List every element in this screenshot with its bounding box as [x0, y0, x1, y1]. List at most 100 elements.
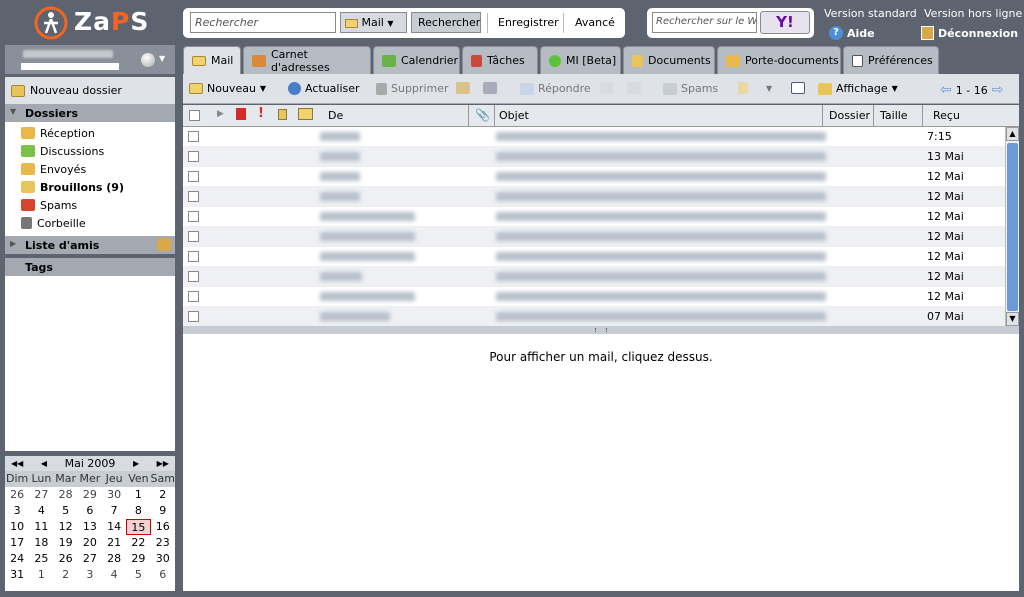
tab-im[interactable]: MI [Beta] — [540, 46, 621, 74]
folder-spam[interactable]: Spams — [5, 195, 175, 213]
message-row[interactable]: 7:15 — [183, 127, 1005, 147]
calendar-day[interactable]: 22 — [126, 535, 150, 551]
calendar-day[interactable]: 6 — [78, 503, 102, 519]
window-button[interactable] — [791, 82, 805, 94]
prev-page-icon[interactable]: ⇦ — [940, 82, 952, 98]
calendar-day[interactable]: 20 — [78, 535, 102, 551]
calendar-day[interactable]: 17 — [5, 535, 29, 551]
search-input[interactable]: Rechercher — [190, 12, 336, 33]
presence-icon[interactable] — [141, 53, 155, 67]
prev-year-icon[interactable]: ◀◀ — [11, 459, 23, 468]
folder-drafts[interactable]: Brouillons (9) — [5, 177, 175, 195]
row-checkbox[interactable] — [188, 231, 199, 242]
reply-all-button[interactable] — [600, 82, 614, 94]
row-checkbox[interactable] — [188, 151, 199, 162]
standard-version-link[interactable]: Version standard — [824, 7, 917, 20]
calendar-day[interactable]: 5 — [54, 503, 78, 519]
chevron-down-icon[interactable]: ▼ — [159, 54, 165, 63]
folder-sent[interactable]: Envoyés — [5, 159, 175, 177]
calendar-day[interactable]: 25 — [29, 551, 53, 567]
row-checkbox[interactable] — [188, 311, 199, 322]
calendar-day[interactable]: 27 — [78, 551, 102, 567]
message-row[interactable]: 13 Mai — [183, 147, 1005, 167]
folder-discussions[interactable]: Discussions — [5, 141, 175, 159]
spam-button[interactable]: Spams — [663, 82, 718, 95]
column-received[interactable]: Reçu — [933, 109, 960, 122]
column-folder[interactable]: Dossier — [829, 109, 870, 122]
yahoo-search-button[interactable]: Y! — [760, 11, 810, 34]
calendar-day[interactable]: 6 — [151, 567, 175, 583]
calendar-day[interactable]: 9 — [151, 503, 175, 519]
forward-button[interactable] — [627, 82, 641, 94]
calendar-day[interactable]: 29 — [78, 487, 102, 503]
column-subject[interactable]: Objet — [499, 109, 529, 122]
tab-documents[interactable]: Documents — [623, 46, 715, 74]
calendar-day[interactable]: 29 — [126, 551, 150, 567]
offline-version-link[interactable]: Version hors ligne — [924, 7, 1022, 20]
scroll-up-icon[interactable]: ▲ — [1006, 127, 1019, 141]
tags-header[interactable]: Tags — [5, 258, 175, 276]
calendar-day[interactable]: 3 — [5, 503, 29, 519]
calendar-day[interactable]: 23 — [151, 535, 175, 551]
calendar-day[interactable]: 31 — [5, 567, 29, 583]
tab-preferences[interactable]: Préférences — [843, 46, 939, 74]
search-button[interactable]: Rechercher — [411, 12, 481, 33]
view-button[interactable]: Affichage ▼ — [818, 82, 898, 95]
row-checkbox[interactable] — [188, 291, 199, 302]
column-size[interactable]: Taille — [880, 109, 908, 122]
calendar-day[interactable]: 4 — [29, 503, 53, 519]
attachment-icon[interactable]: 📎 — [475, 108, 490, 122]
scroll-thumb[interactable] — [1007, 143, 1018, 311]
new-message-button[interactable]: Nouveau ▼ — [189, 82, 266, 95]
move-button[interactable] — [456, 82, 470, 94]
message-row[interactable]: 07 Mai — [183, 307, 1005, 326]
message-row[interactable]: 12 Mai — [183, 247, 1005, 267]
calendar-day[interactable]: 7 — [102, 503, 126, 519]
priority-icon[interactable]: ! — [258, 106, 264, 121]
calendar-day[interactable]: 28 — [102, 551, 126, 567]
row-checkbox[interactable] — [188, 171, 199, 182]
tag-button[interactable]: ▼ — [738, 82, 772, 94]
calendar-day[interactable]: 1 — [29, 567, 53, 583]
message-row[interactable]: 12 Mai — [183, 227, 1005, 247]
calendar-day[interactable]: 30 — [151, 551, 175, 567]
tag-icon[interactable] — [278, 109, 287, 120]
row-checkbox[interactable] — [188, 251, 199, 262]
logout-link[interactable]: Déconnexion — [921, 26, 1018, 40]
row-checkbox[interactable] — [188, 131, 199, 142]
print-button[interactable] — [483, 82, 497, 94]
delete-button[interactable]: Supprimer — [376, 82, 449, 95]
expand-icon[interactable]: ▶ — [217, 109, 224, 119]
message-row[interactable]: 12 Mai — [183, 267, 1005, 287]
calendar-day[interactable]: 11 — [29, 519, 53, 535]
search-scope-select[interactable]: Mail ▼ — [340, 12, 407, 33]
refresh-button[interactable]: Actualiser — [288, 82, 360, 95]
calendar-day[interactable]: 13 — [78, 519, 102, 535]
new-folder-button[interactable]: Nouveau dossier — [5, 77, 175, 104]
calendar-day[interactable]: 4 — [102, 567, 126, 583]
calendar-day[interactable]: 8 — [126, 503, 150, 519]
save-search-link[interactable]: Enregistrer — [498, 16, 559, 29]
calendar-day[interactable]: 14 — [102, 519, 126, 535]
folder-inbox[interactable]: Réception — [5, 123, 175, 141]
calendar-day[interactable]: 30 — [102, 487, 126, 503]
calendar-day[interactable]: 26 — [54, 551, 78, 567]
calendar-day[interactable]: 5 — [126, 567, 150, 583]
message-row[interactable]: 12 Mai — [183, 167, 1005, 187]
friends-header[interactable]: ▶ Liste d'amis — [5, 236, 175, 254]
calendar-day[interactable]: 1 — [126, 487, 150, 503]
folders-header[interactable]: ▼ Dossiers — [5, 104, 175, 122]
message-row[interactable]: 12 Mai — [183, 287, 1005, 307]
pane-splitter[interactable] — [183, 326, 1019, 334]
next-page-icon[interactable]: ⇨ — [992, 82, 1004, 98]
row-checkbox[interactable] — [188, 211, 199, 222]
row-checkbox[interactable] — [188, 271, 199, 282]
calendar-day[interactable]: 2 — [151, 487, 175, 503]
calendar-day[interactable]: 21 — [102, 535, 126, 551]
list-scrollbar[interactable]: ▲ ▼ — [1005, 127, 1019, 326]
next-year-icon[interactable]: ▶▶ — [157, 459, 169, 468]
calendar-day[interactable]: 28 — [54, 487, 78, 503]
calendar-day[interactable]: 19 — [54, 535, 78, 551]
folder-trash[interactable]: Corbeille — [5, 213, 175, 231]
reply-button[interactable]: Répondre — [520, 82, 591, 95]
